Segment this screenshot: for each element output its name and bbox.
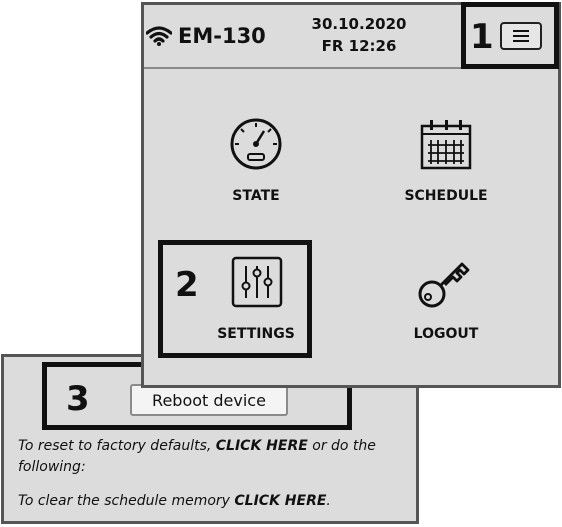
- factory-reset-text: To reset to factory defaults,: [18, 438, 216, 454]
- hamburger-menu-icon: [513, 30, 529, 42]
- gauge-icon: [230, 118, 282, 170]
- clear-schedule-link[interactable]: CLICK HERE: [234, 493, 326, 509]
- menu-label-logout: LOGOUT: [413, 326, 479, 342]
- menu-label-schedule: SCHEDULE: [404, 188, 488, 204]
- menu-tile-state[interactable]: STATE: [176, 106, 336, 216]
- wifi-icon: [146, 26, 172, 46]
- menu-tile-logout[interactable]: LOGOUT: [366, 248, 526, 348]
- calendar-icon: [420, 120, 472, 170]
- date-text: 30.10.2020: [311, 15, 407, 33]
- date-time-display: 30.10.2020 FR 12:26: [300, 13, 418, 57]
- menu-button[interactable]: [500, 22, 542, 50]
- clear-schedule-note: To clear the schedule memory CLICK HERE.: [18, 491, 331, 511]
- device-name: EM-130: [178, 24, 266, 48]
- time-text: FR 12:26: [321, 37, 397, 55]
- menu-label-settings: SETTINGS: [217, 326, 295, 342]
- key-icon: [418, 262, 470, 308]
- sliders-icon: [231, 256, 283, 308]
- factory-reset-note: To reset to factory defaults, CLICK HERE…: [18, 436, 376, 456]
- clear-schedule-text-suffix: .: [326, 493, 331, 509]
- callout-number-3: 3: [66, 379, 90, 419]
- reboot-device-button[interactable]: Reboot device: [130, 384, 288, 416]
- clear-schedule-text: To clear the schedule memory: [18, 493, 235, 509]
- factory-reset-link[interactable]: CLICK HERE: [216, 438, 308, 454]
- menu-tile-settings[interactable]: SETTINGS: [176, 248, 336, 348]
- menu-tile-schedule[interactable]: SCHEDULE: [366, 106, 526, 216]
- menu-label-state: STATE: [232, 188, 280, 204]
- factory-reset-text-suffix: or do the: [307, 438, 376, 454]
- factory-reset-note-line2: following:: [18, 459, 86, 475]
- callout-number-1: 1: [470, 17, 494, 57]
